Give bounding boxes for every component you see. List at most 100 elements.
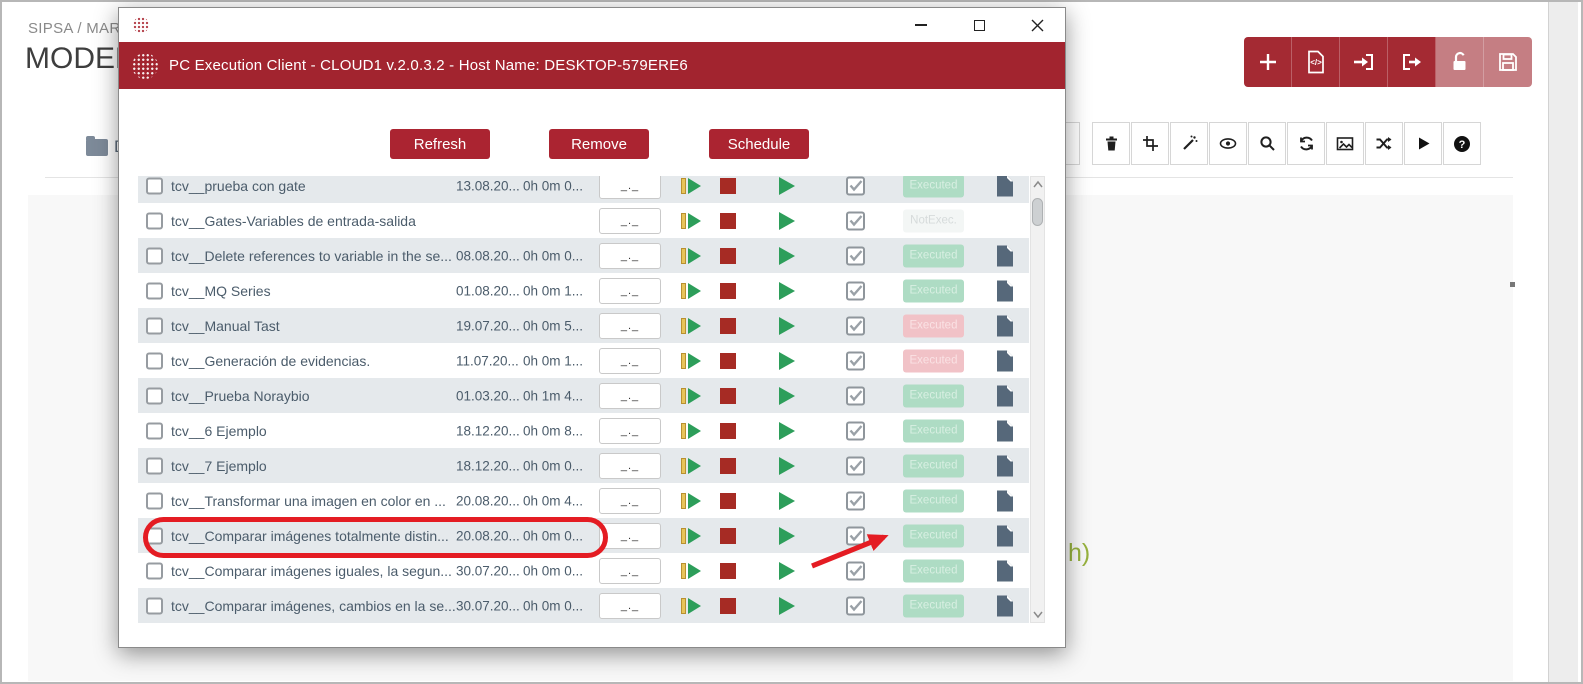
play-icon[interactable]: [779, 282, 795, 300]
step-play-icon[interactable]: [681, 388, 701, 404]
maximize-button[interactable]: [965, 12, 993, 38]
add-button[interactable]: [1244, 37, 1292, 87]
schedule-time-input[interactable]: _._: [599, 383, 661, 409]
row-select-checkbox[interactable]: [146, 457, 163, 474]
schedule-time-input[interactable]: _._: [599, 453, 661, 479]
schedule-time-input[interactable]: _._: [599, 313, 661, 339]
browser-scrollbar[interactable]: [1548, 2, 1578, 682]
close-button[interactable]: [1023, 12, 1051, 38]
play-icon[interactable]: [779, 212, 795, 230]
schedule-time-input[interactable]: _._: [599, 488, 661, 514]
toolbar-button-shuffle[interactable]: [1365, 122, 1403, 165]
stop-icon[interactable]: [720, 178, 736, 194]
scroll-down-icon[interactable]: [1032, 607, 1044, 621]
document-icon[interactable]: [996, 280, 1013, 301]
play-icon[interactable]: [779, 177, 795, 195]
stop-icon[interactable]: [720, 248, 736, 264]
breadcrumb[interactable]: SIPSA / MAR: [28, 20, 121, 37]
schedule-time-input[interactable]: _._: [599, 208, 661, 234]
step-play-icon[interactable]: [681, 458, 701, 474]
stop-icon[interactable]: [720, 563, 736, 579]
row-select-checkbox[interactable]: [146, 247, 163, 264]
row-select-checkbox[interactable]: [146, 352, 163, 369]
row-select-checkbox[interactable]: [146, 597, 163, 614]
document-icon[interactable]: [996, 525, 1013, 546]
window-titlebar[interactable]: [119, 8, 1065, 42]
schedule-button[interactable]: Schedule: [709, 129, 809, 159]
toolbar-button-help[interactable]: ?: [1443, 122, 1481, 165]
step-play-icon[interactable]: [681, 528, 701, 544]
scroll-up-icon[interactable]: [1032, 178, 1044, 192]
evidence-checkbox[interactable]: [846, 281, 865, 300]
play-icon[interactable]: [779, 247, 795, 265]
step-play-icon[interactable]: [681, 318, 701, 334]
list-scrollbar[interactable]: [1030, 176, 1045, 623]
stop-icon[interactable]: [720, 493, 736, 509]
stop-icon[interactable]: [720, 318, 736, 334]
toolbar-button-preview[interactable]: [1209, 122, 1247, 165]
stop-icon[interactable]: [720, 423, 736, 439]
document-icon[interactable]: [996, 420, 1013, 441]
evidence-checkbox[interactable]: [846, 456, 865, 475]
play-icon[interactable]: [779, 562, 795, 580]
save-button[interactable]: [1484, 37, 1532, 87]
step-play-icon[interactable]: [681, 598, 701, 614]
document-icon[interactable]: [996, 176, 1013, 196]
document-icon[interactable]: [996, 315, 1013, 336]
toolbar-button-play[interactable]: [1404, 122, 1442, 165]
play-icon[interactable]: [779, 352, 795, 370]
step-play-icon[interactable]: [681, 563, 701, 579]
row-select-checkbox[interactable]: [146, 317, 163, 334]
toolbar-button-search[interactable]: [1248, 122, 1286, 165]
row-select-checkbox[interactable]: [146, 492, 163, 509]
document-icon[interactable]: [996, 245, 1013, 266]
row-select-checkbox[interactable]: [146, 422, 163, 439]
play-icon[interactable]: [779, 422, 795, 440]
refresh-button[interactable]: Refresh: [390, 129, 490, 159]
document-icon[interactable]: [996, 385, 1013, 406]
row-select-checkbox[interactable]: [146, 562, 163, 579]
play-icon[interactable]: [779, 597, 795, 615]
toolbar-button-delete[interactable]: [1092, 122, 1130, 165]
stop-icon[interactable]: [720, 283, 736, 299]
play-icon[interactable]: [779, 492, 795, 510]
document-icon[interactable]: [996, 350, 1013, 371]
sign-in-button[interactable]: [1340, 37, 1388, 87]
evidence-checkbox[interactable]: [846, 421, 865, 440]
row-select-checkbox[interactable]: [146, 387, 163, 404]
step-play-icon[interactable]: [681, 423, 701, 439]
step-play-icon[interactable]: [681, 493, 701, 509]
schedule-time-input[interactable]: _._: [599, 418, 661, 444]
schedule-time-input[interactable]: _._: [599, 593, 661, 619]
schedule-time-input[interactable]: _._: [599, 278, 661, 304]
evidence-checkbox[interactable]: [846, 246, 865, 265]
toolbar-button-refresh[interactable]: [1287, 122, 1325, 165]
schedule-time-input[interactable]: _._: [599, 243, 661, 269]
row-select-checkbox[interactable]: [146, 212, 163, 229]
play-icon[interactable]: [779, 317, 795, 335]
minimize-button[interactable]: [907, 12, 935, 38]
step-play-icon[interactable]: [681, 178, 701, 194]
step-play-icon[interactable]: [681, 353, 701, 369]
stop-icon[interactable]: [720, 528, 736, 544]
unlock-button[interactable]: [1436, 37, 1484, 87]
scrollbar-thumb[interactable]: [1032, 198, 1043, 226]
schedule-time-input[interactable]: _._: [599, 176, 661, 199]
document-icon[interactable]: [996, 455, 1013, 476]
evidence-checkbox[interactable]: [846, 596, 865, 615]
stop-icon[interactable]: [720, 353, 736, 369]
toolbar-button-crop[interactable]: [1131, 122, 1169, 165]
row-select-checkbox[interactable]: [146, 282, 163, 299]
document-icon[interactable]: [996, 490, 1013, 511]
evidence-checkbox[interactable]: [846, 176, 865, 195]
code-file-button[interactable]: </>: [1292, 37, 1340, 87]
schedule-time-input[interactable]: _._: [599, 523, 661, 549]
evidence-checkbox[interactable]: [846, 211, 865, 230]
stop-icon[interactable]: [720, 598, 736, 614]
document-icon[interactable]: [996, 560, 1013, 581]
toolbar-button-magic-wand[interactable]: [1170, 122, 1208, 165]
step-play-icon[interactable]: [681, 283, 701, 299]
evidence-checkbox[interactable]: [846, 491, 865, 510]
evidence-checkbox[interactable]: [846, 351, 865, 370]
document-icon[interactable]: [996, 595, 1013, 616]
